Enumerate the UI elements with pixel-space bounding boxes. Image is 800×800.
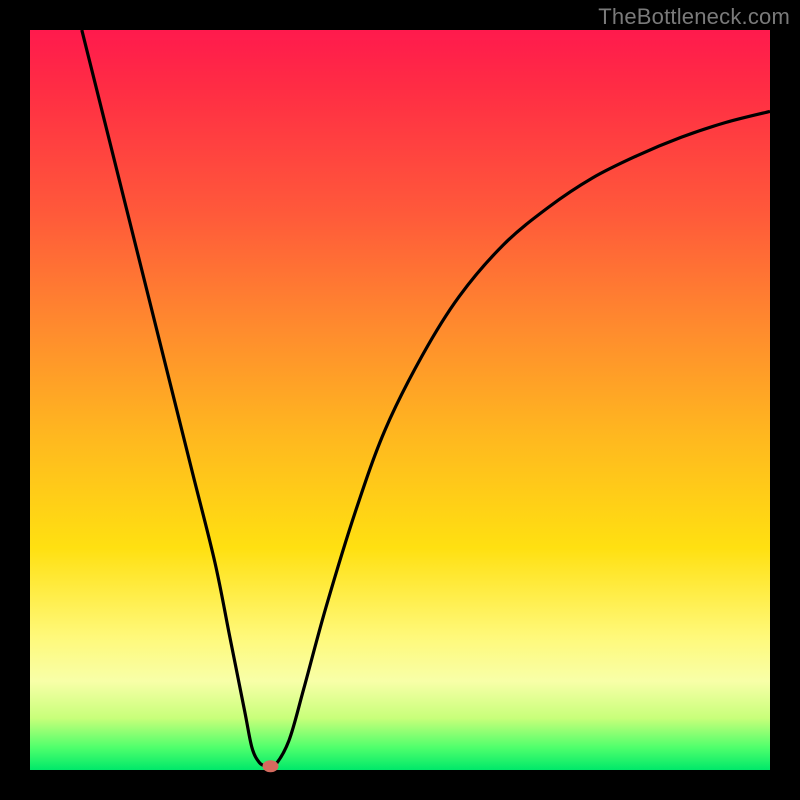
curve-path bbox=[82, 30, 770, 768]
plot-area bbox=[30, 30, 770, 770]
bottleneck-curve bbox=[30, 30, 770, 770]
chart-frame: TheBottleneck.com bbox=[0, 0, 800, 800]
optimum-marker bbox=[263, 760, 279, 772]
watermark-text: TheBottleneck.com bbox=[598, 4, 790, 30]
